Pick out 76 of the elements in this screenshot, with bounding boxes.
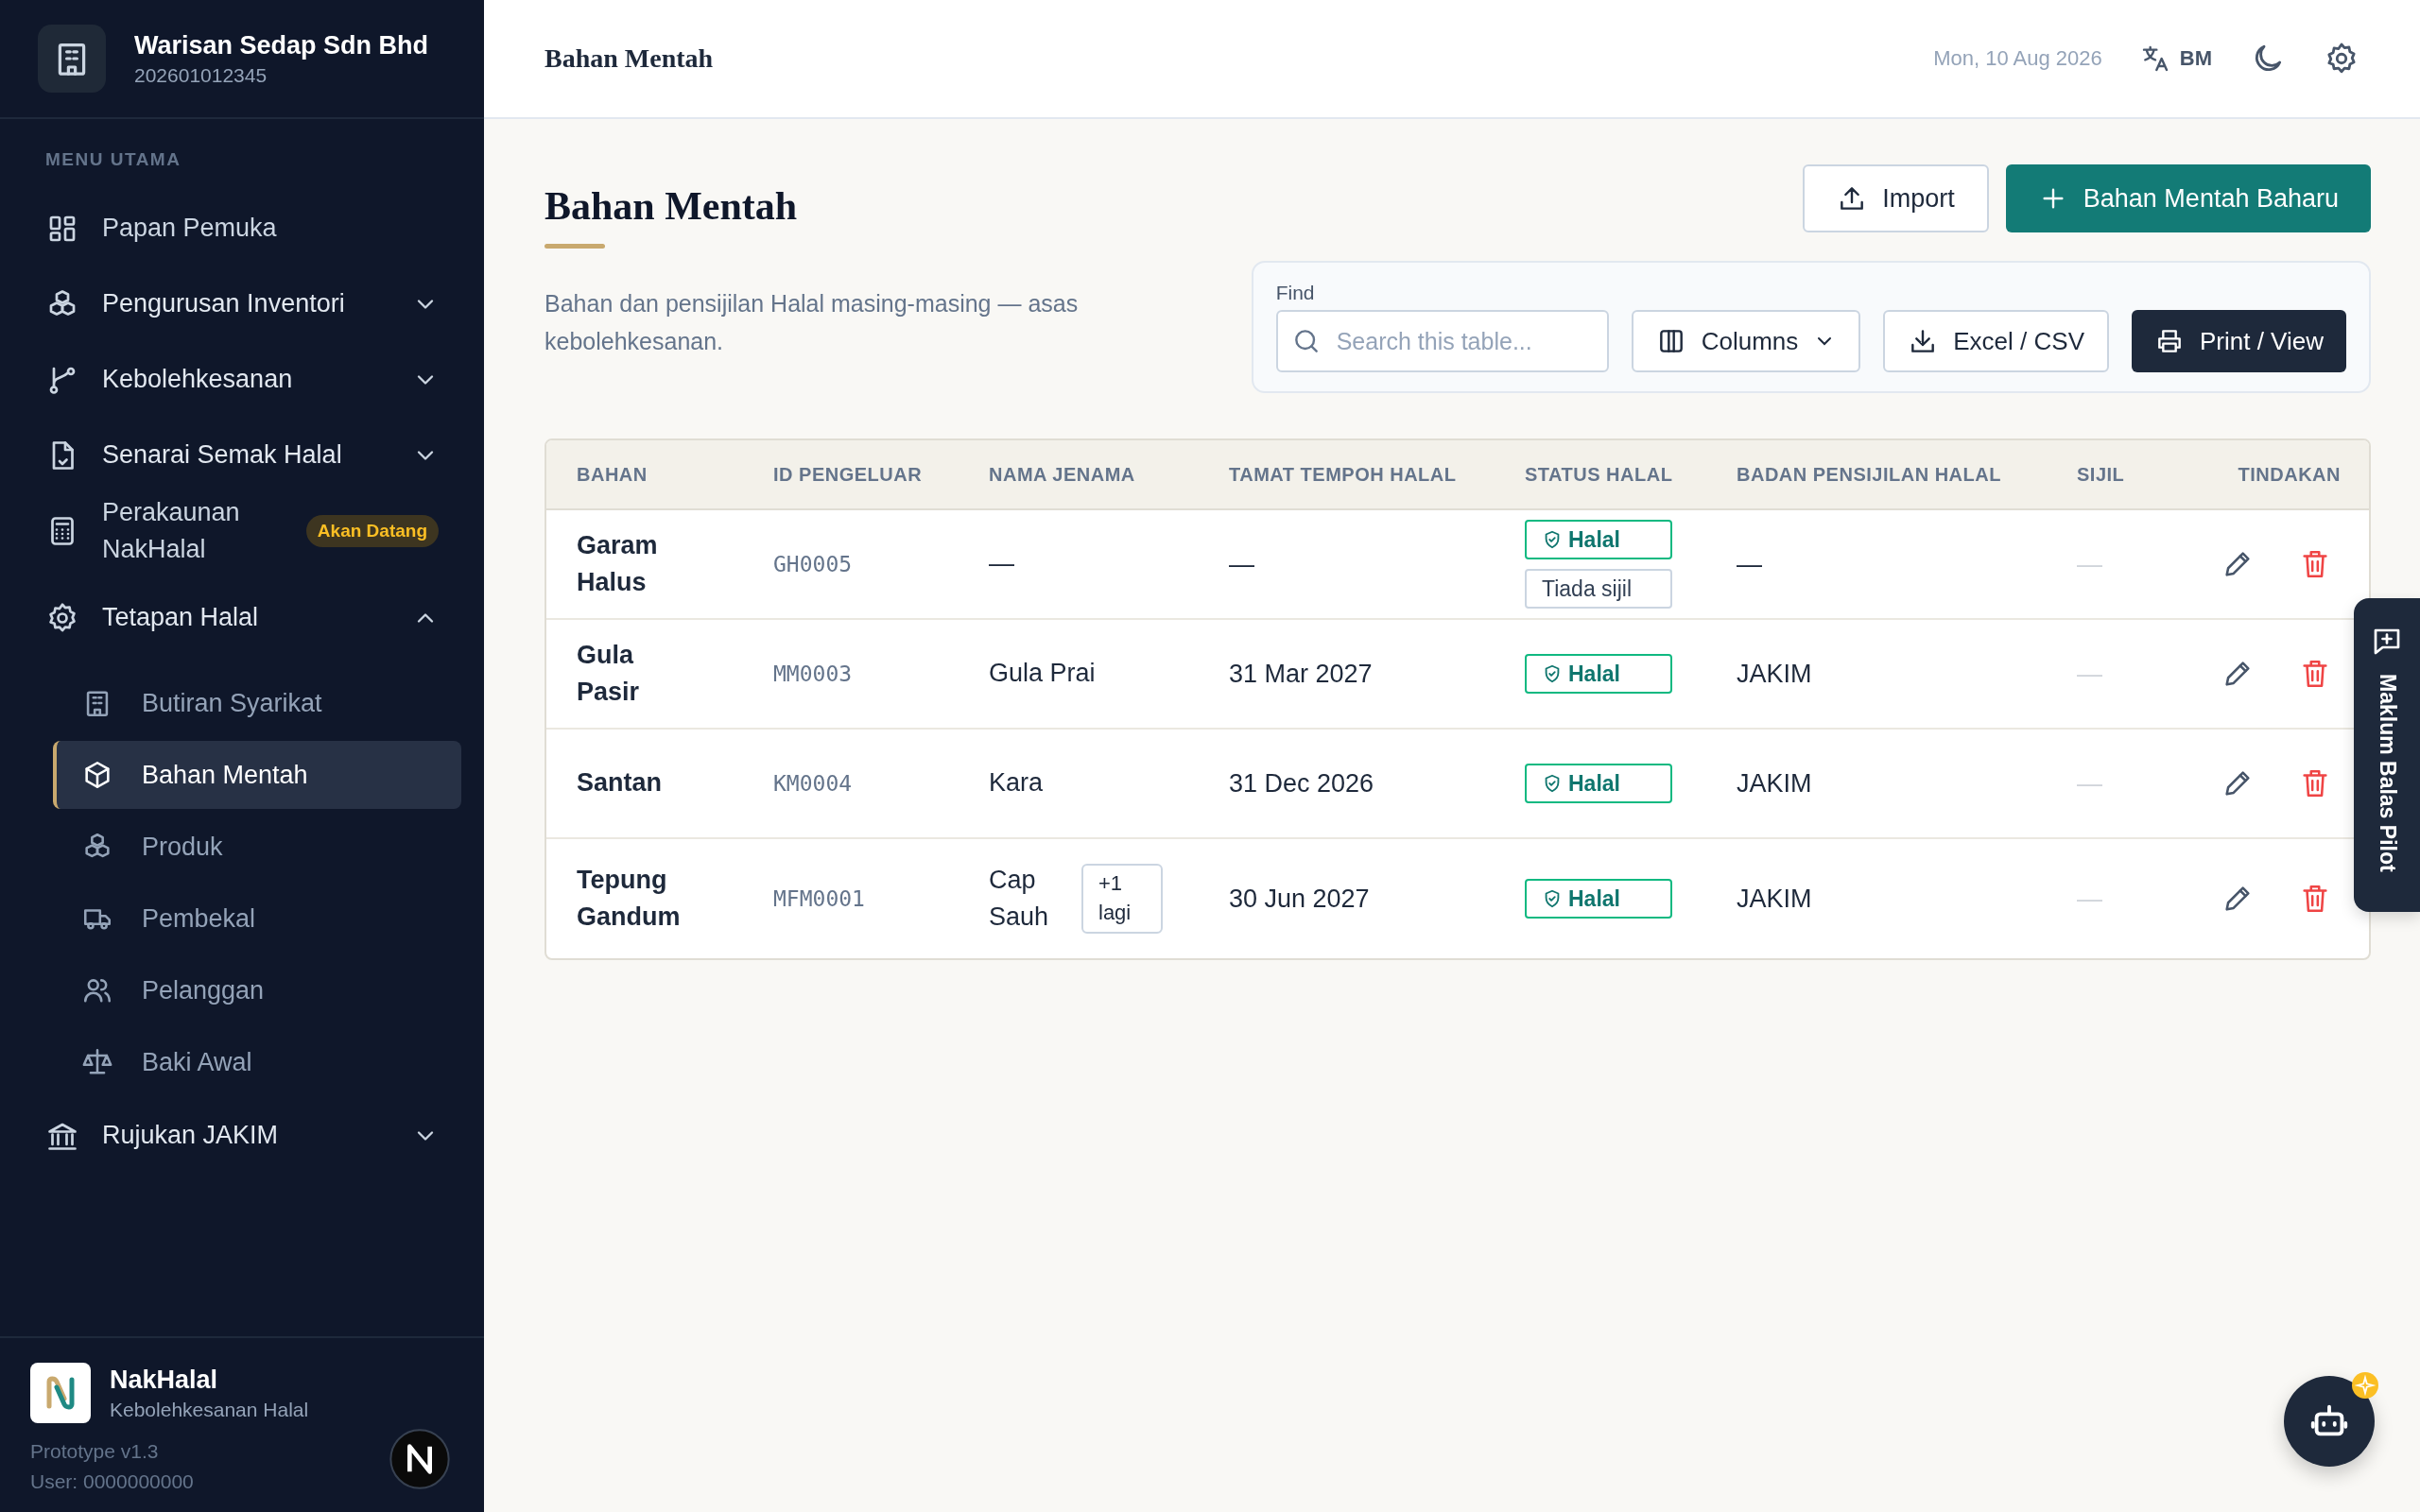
more-badge[interactable]: +1 lagi [1081,864,1163,934]
table-cell-text: — [1737,549,1763,579]
search-field[interactable]: Search this table... [1275,310,1609,372]
menu-section-label: MENU UTAMA [44,149,182,170]
halal-status-tag: Halal [1525,764,1672,803]
no-certificate-tag: Tiada sijil [1525,569,1672,609]
table-cell-text: MFM0001 [773,886,866,911]
app-logo-icon [30,1363,91,1423]
table-cell-text: — [2077,768,2103,799]
table-cell-text: — [2077,659,2103,689]
feedback-tab[interactable]: Maklum Balas Pilot [2354,598,2420,912]
table-cell-text: Garam Halus [577,529,659,598]
column-header: ID PENGELUAR [773,463,924,486]
find-label: Find [1275,282,1316,304]
page-header-title: Bahan Mentah [544,43,714,74]
column-header: SIJIL [2077,463,2126,486]
table-cell-text: JAKIM [1737,884,1813,914]
sidebar-subitem[interactable]: Butiran Syarikat [53,669,461,737]
print-button[interactable]: Print / View [2132,310,2346,372]
sidebar-item[interactable]: Pengurusan Inventori [23,266,461,342]
table-cell-text: — [2077,549,2103,579]
column-header: TAMAT TEMPOH HALAL [1229,463,1458,486]
dev-indicator-icon[interactable] [389,1429,450,1489]
user-id-text: User: 0000000000 [30,1470,195,1493]
table-cell-text: 31 Mar 2027 [1229,659,1374,689]
table-cell-text: 31 Dec 2026 [1229,768,1375,799]
page-title: Bahan Mentah [544,183,799,229]
column-header: BADAN PENSIJILAN HALAL [1737,463,2002,486]
table-cell-text: — [2077,884,2103,914]
version-text: Prototype v1.3 [30,1440,160,1463]
company-name: Warisan Sedap Sdn Bhd [134,30,429,60]
sidebar-item[interactable]: Tetapan Halal [23,569,461,667]
date-text: Mon, 10 Aug 2026 [1933,46,2102,71]
column-header: STATUS HALAL [1525,463,1674,486]
sidebar-item[interactable]: Rujukan JAKIM [23,1098,461,1174]
column-header: TINDAKAN [2237,463,2341,486]
table-cell-text: Tepung Gandum [577,864,682,933]
table-cell-text: Santan [577,767,664,799]
sidebar-subitem[interactable]: Pembekal [53,885,461,953]
table-cell-text: Kara [989,767,1044,799]
table-cell-text: Gula Prai [989,658,1096,690]
export-button[interactable]: Excel / CSV [1883,310,2109,372]
table-cell-text: 30 Jun 2027 [1229,884,1371,914]
sidebar-item[interactable]: Senarai Semak Halal [23,418,461,493]
app-name: NakHalal [110,1365,219,1395]
table-cell-text: — [1229,549,1255,579]
sidebar-subitem[interactable]: Bahan Mentah [53,741,461,809]
language-button[interactable]: BM [2139,43,2212,74]
column-header: BAHAN [577,463,648,486]
table-cell-text: JAKIM [1737,768,1813,799]
table-cell-text: KM0004 [773,771,854,796]
building-logo-icon [38,25,106,93]
company-registration-number: 202601012345 [134,63,268,87]
table-cell-text: Cap Sauh [989,864,1049,933]
sidebar-subitem[interactable]: Baki Awal [53,1028,461,1096]
coming-soon-badge: Akan Datang [305,515,439,547]
columns-dropdown[interactable]: Columns [1631,310,1861,372]
table-cell-text: JAKIM [1737,659,1813,689]
column-header: NAMA JENAMA [989,463,1136,486]
app-tagline: Kebolehkesanan Halal [110,1398,309,1421]
page-description: Bahan dan pensijilan Halal masing-masing — asas kebolehkesanan. [544,289,1080,356]
new-item-button[interactable]: Bahan Mentah Baharu [2005,164,2371,232]
table-cell-text: — [989,548,1014,580]
halal-status-tag: Halal [1525,520,1672,559]
sparkle-icon [2352,1372,2378,1399]
sidebar-subitem[interactable]: Produk [53,813,461,881]
sidebar-item[interactable]: Kebolehkesanan [23,342,461,418]
sidebar-item[interactable]: Perakaunan NakHalal Akan Datang [23,493,461,569]
sidebar-item[interactable]: Papan Pemuka [23,191,461,266]
table-cell-text: GH0005 [773,552,854,576]
sidebar-subitem[interactable]: Pelanggan [53,956,461,1024]
import-button[interactable]: Import [1803,164,1989,232]
table-cell-text: MM0003 [773,662,854,686]
halal-status-tag: Halal [1525,879,1672,919]
table-cell-text: Gula Pasir [577,639,641,708]
halal-status-tag: Halal [1525,654,1672,694]
